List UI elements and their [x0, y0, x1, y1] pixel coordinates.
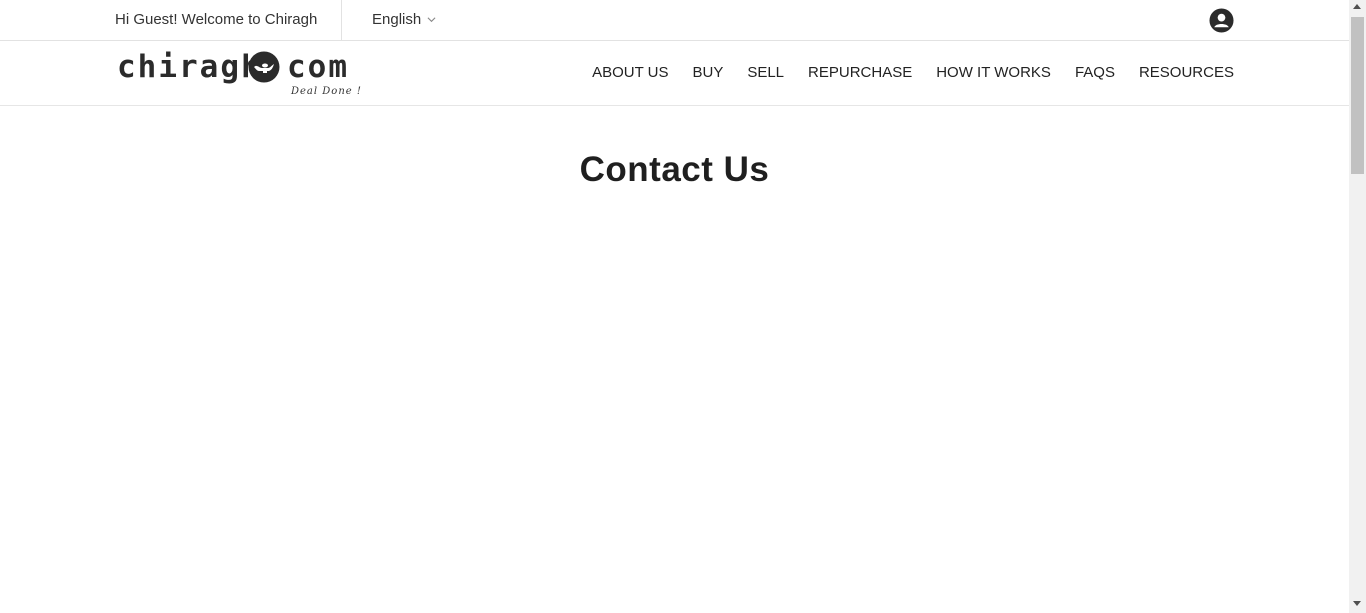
top-utility-bar: Hi Guest! Welcome to Chiragh English	[0, 0, 1349, 41]
nav-item-resources[interactable]: RESOURCES	[1139, 64, 1234, 81]
scrollbar-thumb[interactable]	[1351, 17, 1364, 174]
nav-item-faqs[interactable]: FAQS	[1075, 64, 1115, 81]
user-account-icon[interactable]	[1209, 8, 1234, 33]
scroll-down-arrow-icon[interactable]	[1353, 601, 1361, 606]
main-navbar: chiragh com Deal Done ! ABOUT US BUY SEL…	[0, 41, 1349, 106]
logo-tagline: Deal Done !	[291, 86, 362, 97]
site-logo[interactable]: chiragh com Deal Done !	[117, 49, 361, 99]
primary-nav: ABOUT US BUY SELL REPURCHASE HOW IT WORK…	[592, 64, 1234, 81]
nav-item-buy[interactable]: BUY	[692, 64, 723, 81]
nav-item-repurchase[interactable]: REPURCHASE	[808, 64, 912, 81]
topbar-divider	[341, 0, 342, 40]
logo-word-chiragh: chiragh	[117, 49, 262, 85]
language-label: English	[372, 11, 422, 28]
scroll-up-arrow-icon[interactable]	[1353, 4, 1361, 9]
page: Hi Guest! Welcome to Chiragh English chi…	[0, 0, 1349, 613]
nav-item-sell[interactable]: SELL	[747, 64, 784, 81]
vertical-scrollbar[interactable]	[1349, 0, 1366, 613]
logo-word-com: com	[287, 49, 349, 85]
nav-item-about-us[interactable]: ABOUT US	[592, 64, 668, 81]
nav-item-how-it-works[interactable]: HOW IT WORKS	[936, 64, 1051, 81]
welcome-message: Hi Guest! Welcome to Chiragh	[115, 11, 318, 28]
chevron-down-icon	[427, 17, 436, 23]
magic-lamp-icon	[248, 51, 280, 83]
language-selector[interactable]: English	[372, 11, 436, 28]
page-title: Contact Us	[579, 150, 770, 189]
